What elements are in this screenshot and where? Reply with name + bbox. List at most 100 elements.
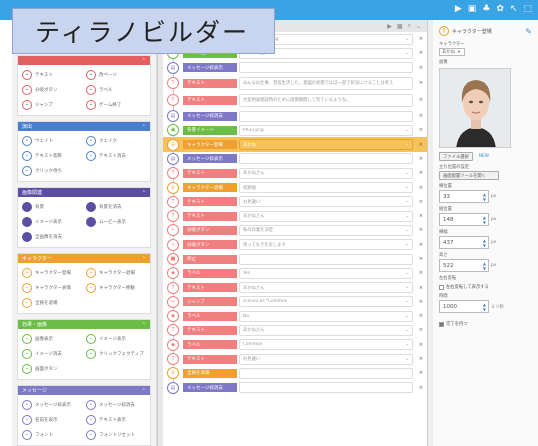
palette-section-header[interactable]: ⌃ — [18, 56, 150, 65]
time-input[interactable]: 1000 ▲ ▼ — [439, 300, 489, 313]
character-select[interactable]: あかね ▾ — [439, 48, 465, 56]
delete-icon[interactable]: × — [419, 256, 423, 262]
palette-item[interactable]: • ジャンプ — [22, 99, 82, 111]
palette-item[interactable]: • フォント — [22, 429, 82, 441]
palette-item[interactable]: • 分岐ボタン — [22, 84, 82, 96]
palette-item[interactable]: • 背景 — [22, 201, 82, 213]
save-icon[interactable]: ▣ — [468, 4, 477, 14]
scenario-row[interactable]: ▤ メッセージ枠消去 × — [163, 108, 427, 124]
delete-icon[interactable]: × — [419, 142, 423, 148]
row-value-field[interactable]: Common ⌄ — [239, 339, 413, 351]
chevron-down-icon[interactable]: ⌄ — [405, 51, 409, 56]
palette-item[interactable]: • ラベル — [86, 84, 146, 96]
palette-item[interactable]: • イメージ表示 — [86, 333, 146, 345]
chevron-down-icon[interactable]: ⌄ — [405, 214, 409, 219]
chevron-down-icon[interactable]: ⌄ — [405, 171, 409, 176]
gear-icon[interactable]: ✿ — [496, 4, 504, 14]
chevron-up-icon[interactable]: ⌃ — [142, 124, 146, 130]
palette-item[interactable]: • 背景を消去 — [86, 201, 146, 213]
row-value-field[interactable]: あかね ⌄ — [239, 139, 413, 151]
row-value-field[interactable]: みんなは仕事、普段生活した。意図の状態でほぼ一部で状況にけることは考え一人でいま… — [239, 76, 413, 90]
delete-icon[interactable]: × — [419, 356, 423, 362]
row-value-field[interactable]: scene1.ks *Common ⌄ — [239, 296, 413, 308]
row-value-field[interactable] — [239, 253, 413, 265]
scenario-row[interactable]: ♀ キャラクター退場 初期値 ⌄ × — [163, 180, 427, 195]
wait-checkbox[interactable]: 完了を待つ — [439, 321, 532, 327]
delete-icon[interactable]: × — [419, 170, 423, 176]
row-value-field[interactable]: PR33.png ⌄ — [239, 124, 413, 136]
search-icon[interactable]: ⌕ — [408, 22, 411, 30]
palette-item[interactable]: • テキスト消去 — [86, 150, 146, 162]
chevron-down-icon[interactable]: ⌄ — [405, 185, 409, 190]
delete-icon[interactable]: × — [419, 242, 423, 248]
chevron-down-icon[interactable]: ⌄ — [405, 342, 409, 347]
row-value-field[interactable] — [239, 62, 413, 74]
delete-icon[interactable]: × — [419, 36, 423, 42]
palette-item[interactable]: • テキスト装飾 — [22, 150, 82, 162]
palette-item[interactable]: • 名前を表示 — [22, 414, 82, 426]
back-icon[interactable]: ↖ — [510, 4, 518, 14]
palette-section-header[interactable]: 演出 ⌃ — [18, 122, 150, 131]
chevron-up-icon[interactable]: ⌃ — [142, 322, 146, 328]
palette-item[interactable]: • フォントリセット — [86, 429, 146, 441]
chevron-down-icon[interactable]: ⌄ — [405, 128, 409, 133]
row-value-field[interactable]: お見違い ⌄ — [239, 196, 413, 208]
field-input[interactable]: 148 ▲ ▼ — [439, 213, 489, 226]
row-value-field[interactable]: 大変相談相談時のために面倒期間して見ているような。 — [239, 93, 413, 107]
palette-item[interactable]: • テキスト表示 — [86, 414, 146, 426]
spinner-icon[interactable]: ▲ ▼ — [483, 192, 486, 202]
wait-checkbox-box[interactable] — [439, 321, 444, 327]
palette-section-header[interactable]: メッセージ ⌃ — [18, 386, 150, 395]
row-value-field[interactable]: 初期値 ⌄ — [239, 182, 413, 194]
row-value-field[interactable]: あかねさん ⌄ — [239, 167, 413, 179]
row-value-field[interactable]: 私の作業を決定 ⌄ — [239, 224, 413, 236]
row-value-field[interactable]: あかねさん ⌄ — [239, 324, 413, 336]
row-value-field[interactable] — [239, 382, 413, 394]
spinner-icon[interactable]: ▲ ▼ — [483, 238, 486, 248]
scenario-row[interactable]: T テキスト あかねさん ⌄ × — [163, 166, 427, 181]
scenario-row[interactable]: ◆ ラベル Yes ⌄ × — [163, 266, 427, 281]
row-value-field[interactable]: あかねさん ⌄ — [239, 210, 413, 222]
pin-icon[interactable]: ✎ — [525, 27, 532, 36]
delete-icon[interactable]: × — [419, 370, 423, 376]
scenario-row[interactable]: T テキスト 大変相談相談時のために面倒期間して見ているような。 × — [163, 91, 427, 109]
scenario-row[interactable]: T テキスト あかねさん ⌄ × — [163, 208, 427, 224]
row-value-field[interactable]: 用ってなきを戻します ⌄ — [239, 239, 413, 251]
palette-section-header[interactable]: 画像関連 ⌃ — [18, 188, 150, 197]
delete-icon[interactable]: × — [419, 299, 423, 305]
chevron-up-icon[interactable]: ⌃ — [142, 256, 146, 262]
delete-icon[interactable]: × — [419, 127, 423, 133]
scenario-row[interactable]: ↪ ジャンプ scene1.ks *Common ⌄ × — [163, 294, 427, 310]
delete-icon[interactable]: × — [419, 270, 423, 276]
palette-item[interactable]: • クリックフェクティブ — [86, 348, 146, 360]
collapse-icon[interactable]: ⌄ — [416, 23, 421, 30]
chevron-down-icon[interactable]: ⌄ — [405, 142, 409, 147]
palette-item[interactable]: • メッセージ枠消去 — [86, 399, 146, 411]
row-value-field[interactable]: あかねさん ⌄ — [239, 282, 413, 294]
copy-icon[interactable]: ▦ — [397, 23, 403, 30]
palette-item[interactable]: • 全員を退場 — [22, 297, 82, 309]
palette-item[interactable]: • クリック待ち — [22, 165, 82, 177]
palette-item[interactable]: • ゲーム終了 — [86, 99, 146, 111]
scenario-row[interactable]: T テキスト あかねさん ⌄ × — [163, 280, 427, 295]
reverse-checkbox-box[interactable] — [439, 284, 444, 290]
scenario-row[interactable]: T テキスト みんなは仕事、普段生活した。意図の状態でほぼ一部で状況にけることは考え… — [163, 74, 427, 92]
field-input[interactable]: 522 ▲ ▼ — [439, 259, 489, 272]
palette-item[interactable]: • 画面ボタン — [22, 363, 82, 375]
palette-item[interactable]: • キャラクター移動 — [86, 282, 146, 294]
delete-icon[interactable]: × — [419, 313, 423, 319]
scenario-row[interactable]: ⑂ 分岐ボタン 私の作業を決定 ⌄ × — [163, 223, 427, 238]
palette-item[interactable]: • イメージ表示 — [22, 216, 82, 228]
scenario-row[interactable]: ◆ ラベル No ⌄ × — [163, 309, 427, 324]
field-input[interactable]: 437 ▲ ▼ — [439, 236, 489, 249]
scenario-row[interactable]: ▤ メッセージ枠消去 × — [163, 380, 427, 395]
delete-icon[interactable]: × — [419, 113, 423, 119]
delete-icon[interactable]: × — [419, 342, 423, 348]
chevron-up-icon[interactable]: ⌃ — [142, 190, 146, 196]
spinner-icon[interactable]: ▲ ▼ — [483, 215, 486, 225]
scenario-row[interactable]: ◆ ラベル Common ⌄ × — [163, 337, 427, 352]
palette-item[interactable]: • テキスト — [22, 69, 82, 81]
scenario-row[interactable]: ▣ 背景イメージ PR33.png ⌄ × — [163, 123, 427, 138]
delete-icon[interactable]: × — [419, 327, 423, 333]
delete-icon[interactable]: × — [419, 97, 423, 103]
